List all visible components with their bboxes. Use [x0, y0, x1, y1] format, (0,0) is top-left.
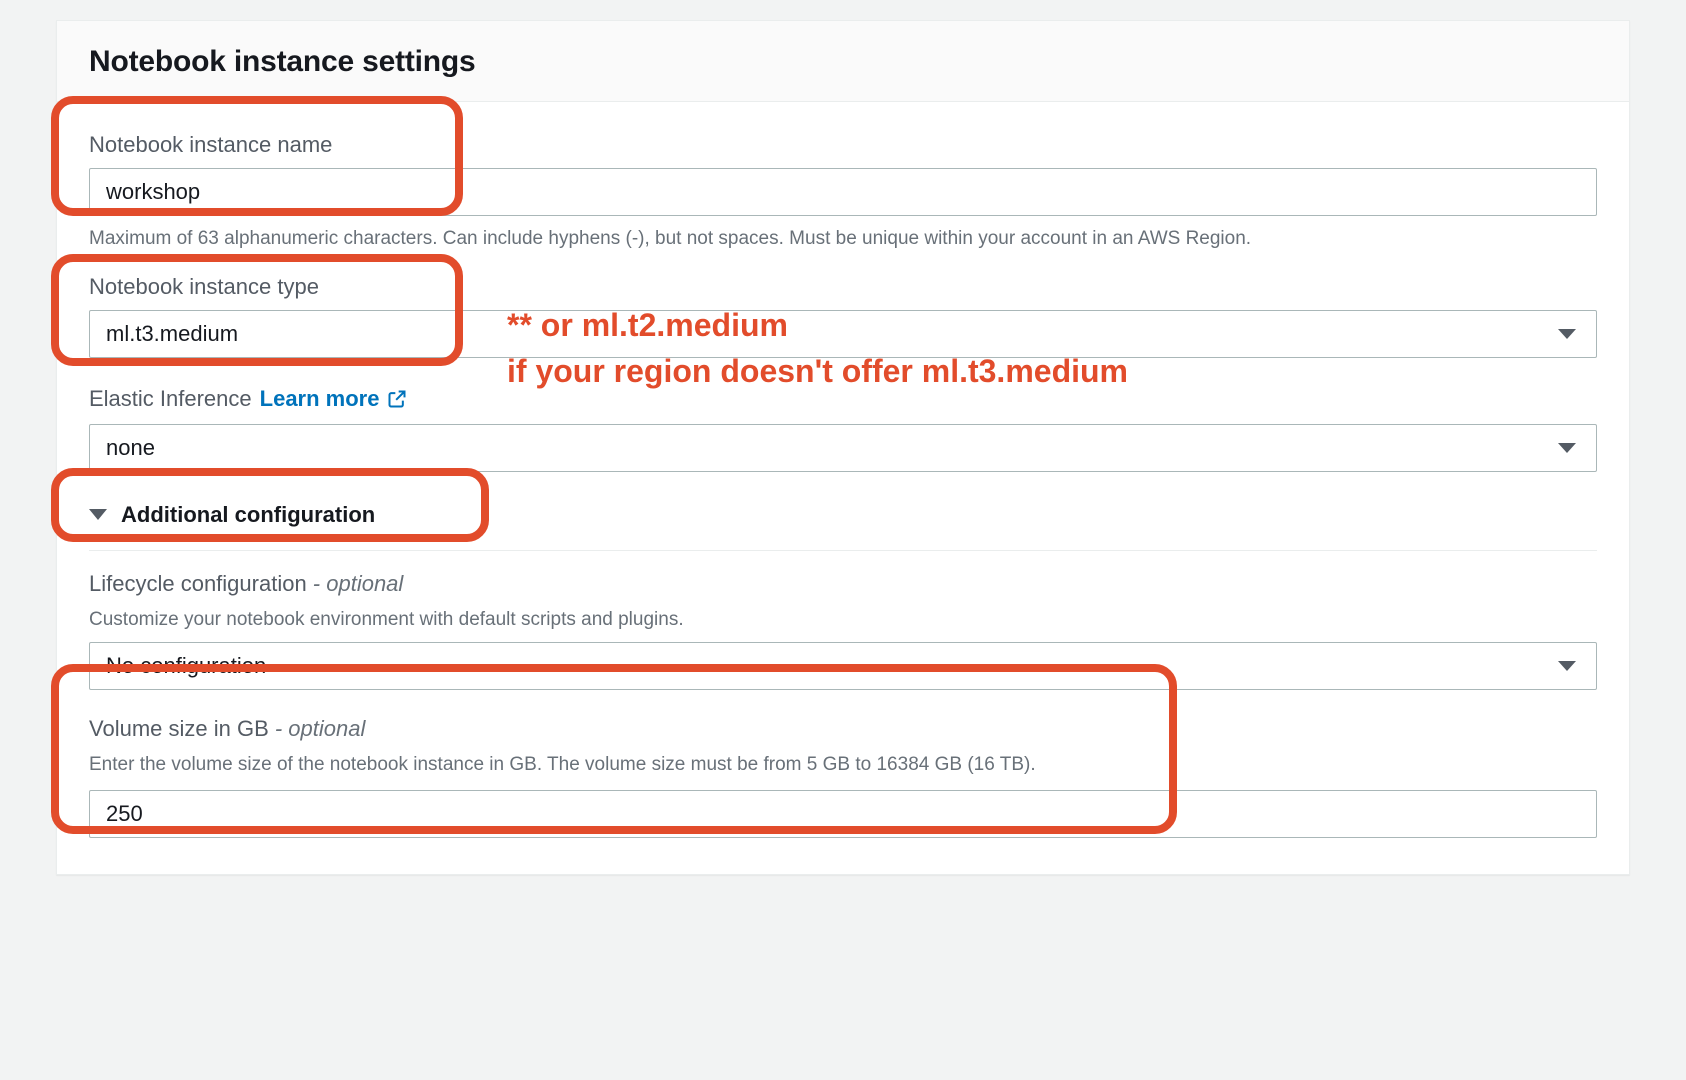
instance-name-input[interactable] — [89, 168, 1597, 216]
panel-body: ** or ml.t2.medium if your region doesn'… — [57, 102, 1629, 874]
field-volume-size: Volume size in GB - optional Enter the v… — [89, 716, 1597, 838]
caret-down-icon — [1558, 661, 1576, 671]
external-link-icon — [387, 389, 407, 409]
label-volume-size: Volume size in GB - optional — [89, 716, 1597, 742]
lifecycle-value: No configuration — [106, 653, 266, 679]
additional-config-label: Additional configuration — [121, 502, 375, 528]
annotation-line1: ** or ml.t2.medium — [507, 302, 1128, 348]
help-instance-name: Maximum of 63 alphanumeric characters. C… — [89, 226, 1597, 252]
label-elastic-inference: Elastic Inference — [89, 386, 252, 412]
help-lifecycle: Customize your notebook environment with… — [89, 607, 1597, 633]
learn-more-link[interactable]: Learn more — [260, 386, 408, 412]
caret-down-icon — [1558, 443, 1576, 453]
panel-header: Notebook instance settings — [57, 21, 1629, 102]
additional-config-toggle[interactable]: Additional configuration — [89, 494, 375, 536]
notebook-settings-panel: Notebook instance settings ** or ml.t2.m… — [56, 20, 1630, 875]
caret-down-icon — [89, 509, 107, 520]
panel-title: Notebook instance settings — [89, 45, 1597, 79]
instance-type-value: ml.t3.medium — [106, 321, 238, 347]
annotation-line2: if your region doesn't offer ml.t3.mediu… — [507, 348, 1128, 394]
learn-more-text: Learn more — [260, 386, 380, 412]
label-instance-type: Notebook instance type — [89, 274, 1597, 300]
caret-down-icon — [1558, 329, 1576, 339]
field-elastic-inference: Elastic Inference Learn more none — [89, 386, 1597, 472]
field-instance-name: Notebook instance name Maximum of 63 alp… — [89, 132, 1597, 252]
label-instance-name: Notebook instance name — [89, 132, 1597, 158]
section-divider — [89, 550, 1597, 551]
lifecycle-select[interactable]: No configuration — [89, 642, 1597, 690]
annotation-text: ** or ml.t2.medium if your region doesn'… — [507, 302, 1128, 395]
elastic-inference-value: none — [106, 435, 155, 461]
elastic-inference-select[interactable]: none — [89, 424, 1597, 472]
volume-size-input[interactable] — [89, 790, 1597, 838]
help-volume-size: Enter the volume size of the notebook in… — [89, 752, 1597, 778]
field-lifecycle: Lifecycle configuration - optional Custo… — [89, 571, 1597, 691]
label-lifecycle: Lifecycle configuration - optional — [89, 571, 1597, 597]
